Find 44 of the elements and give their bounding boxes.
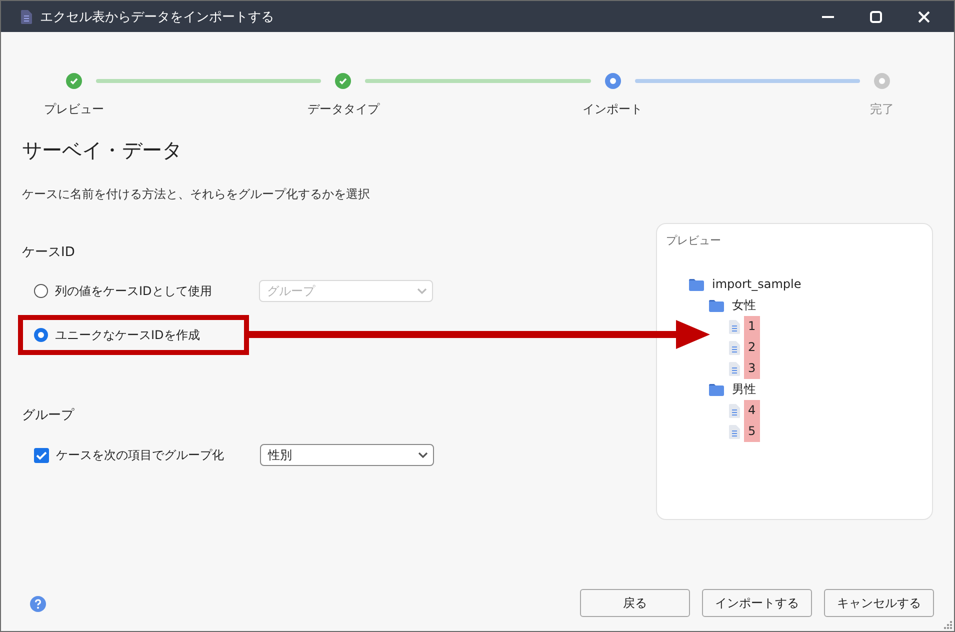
dialog-button[interactable]: インポートする: [702, 589, 812, 617]
window-title: エクセル表からデータをインポートする: [40, 8, 275, 26]
help-icon[interactable]: [30, 596, 46, 612]
description-text: ケースに名前を付ける方法と、それらをグループ化するかを選択: [22, 186, 371, 203]
tree-item[interactable]: 2: [744, 337, 760, 358]
tree-item[interactable]: import_sample: [708, 274, 806, 295]
section-label: グループ: [22, 407, 76, 424]
page-heading: サーベイ・データ: [22, 137, 183, 164]
dialog-button[interactable]: キャンセルする: [824, 589, 934, 617]
panel-title: プレビュー: [666, 233, 722, 248]
radio-label[interactable]: ユニークなケースIDを作成: [55, 326, 244, 344]
minimize-icon: [822, 16, 834, 18]
radio-label[interactable]: 列の値をケースIDとして使用: [55, 282, 245, 300]
group-select[interactable]: 性別: [260, 444, 434, 466]
tree-item[interactable]: 1: [744, 316, 760, 337]
radio-button[interactable]: [34, 284, 48, 298]
folder-icon: [689, 278, 704, 290]
resize-grip-icon[interactable]: [944, 621, 952, 629]
folder-icon: [709, 384, 724, 396]
document-icon: [729, 362, 740, 376]
tree-item[interactable]: 男性: [728, 379, 760, 400]
tree-item[interactable]: 4: [744, 400, 760, 421]
document-icon: [729, 404, 740, 418]
tree-item[interactable]: 5: [744, 421, 760, 442]
folder-icon: [709, 300, 724, 312]
checkbox[interactable]: [34, 448, 49, 462]
step-label: プレビュー: [44, 101, 104, 118]
step-label: インポート: [582, 101, 643, 118]
maximize-icon: [870, 10, 882, 22]
step-label: 完了: [870, 101, 894, 118]
tree-item[interactable]: 女性: [728, 295, 760, 316]
section-label: ケースID: [22, 244, 76, 261]
document-icon: [729, 424, 740, 438]
tree-item[interactable]: 3: [744, 358, 760, 379]
checkbox-label[interactable]: ケースを次の項目でグループ化: [56, 446, 246, 464]
dialog-button[interactable]: 戻る: [580, 589, 690, 617]
close-icon: [918, 10, 930, 22]
document-icon: [729, 340, 740, 354]
chevron-down-icon: [417, 288, 427, 294]
document-icon: [729, 320, 740, 334]
radio-button[interactable]: [34, 328, 48, 342]
step-label: データタイプ: [307, 101, 380, 118]
document-icon: [21, 10, 32, 24]
chevron-down-icon: [418, 452, 428, 458]
